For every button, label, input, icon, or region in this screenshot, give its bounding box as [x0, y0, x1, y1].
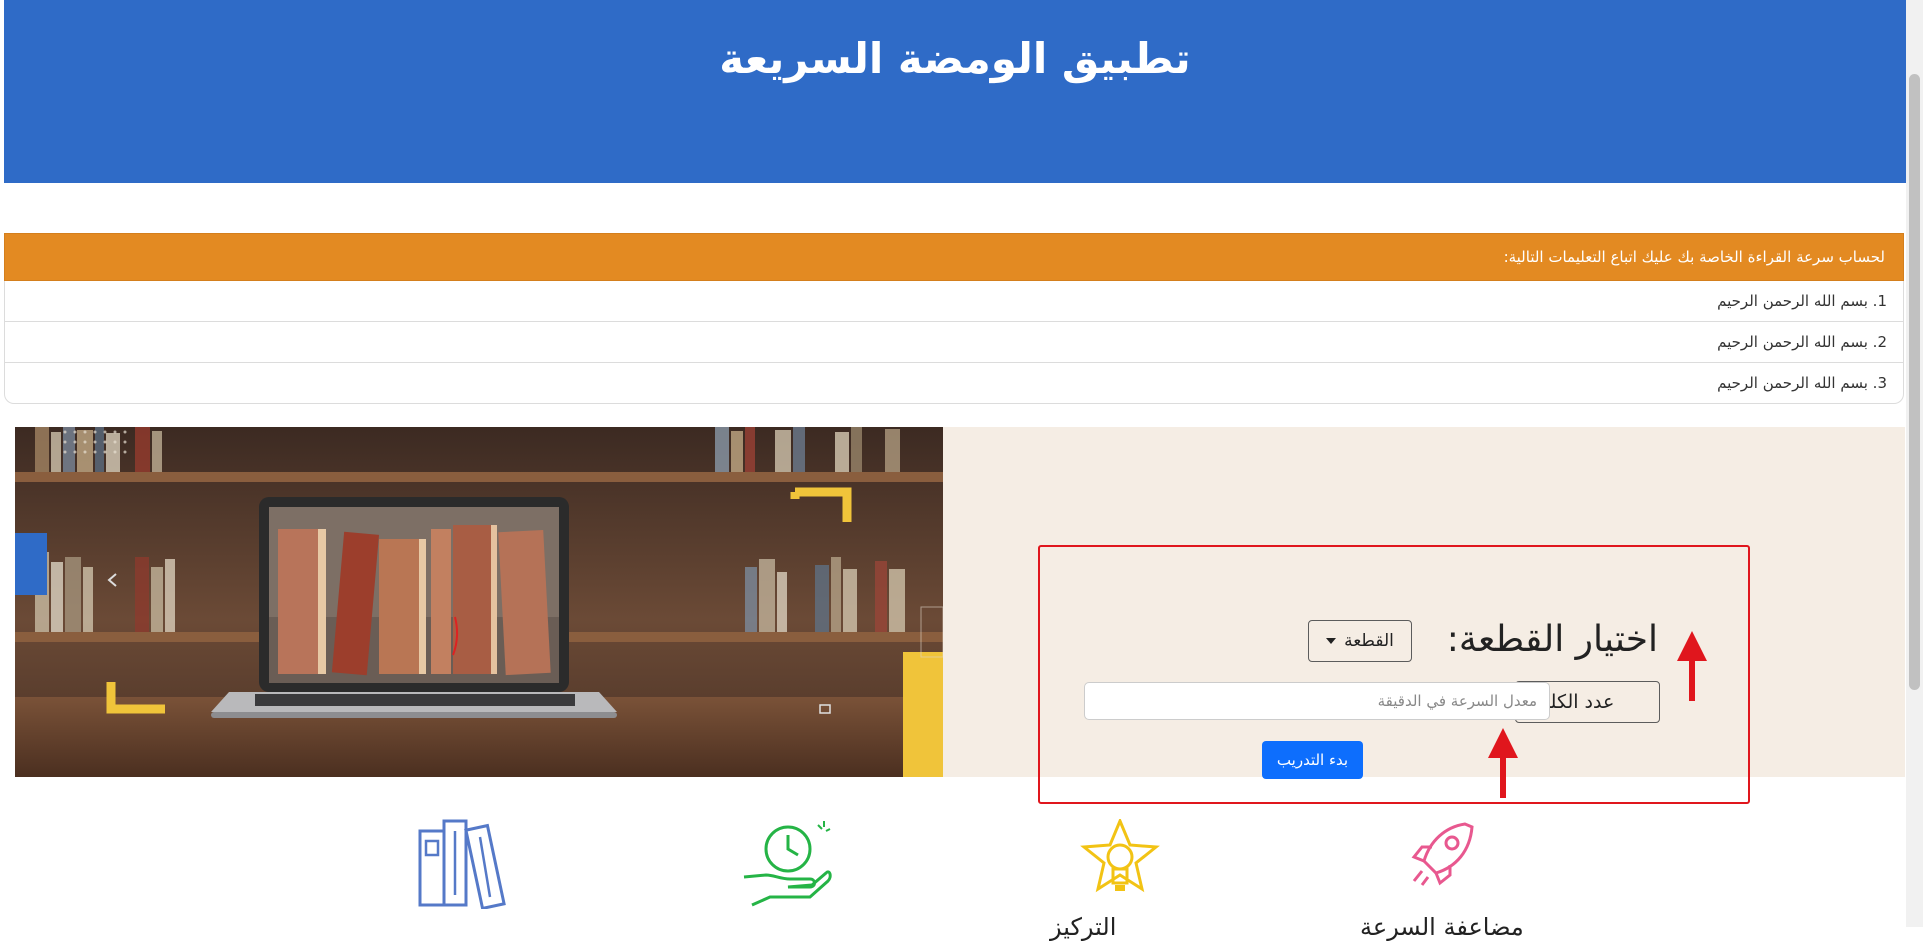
bookshelf-photo: [15, 427, 943, 777]
rocket-icon: [1411, 822, 1474, 886]
passage-label: اختيار القطعة:: [1446, 619, 1658, 660]
list-item: 2. بسم الله الرحمن الرحيم: [5, 321, 1903, 362]
books-icon: [418, 819, 506, 911]
list-item: 3. بسم الله الرحمن الرحيم: [5, 362, 1903, 403]
up-arrow-icon: [1488, 728, 1518, 798]
passage-select[interactable]: القطعة: [1308, 620, 1412, 662]
chevron-down-icon: [1326, 638, 1337, 644]
page-title: تطبيق الومضة السريعة: [719, 34, 1191, 83]
page-scrollbar[interactable]: [1906, 0, 1923, 927]
passage-select-value: القطعة: [1344, 631, 1394, 651]
feature-speed: [1410, 819, 1474, 891]
instructions-list: 1. بسم الله الرحمن الرحيم 2. بسم الله ال…: [4, 281, 1904, 404]
instructions-alert: لحساب سرعة القراءة الخاصة بك عليك اتباع …: [4, 233, 1904, 281]
instructions-alert-text: لحساب سرعة القراءة الخاصة بك عليك اتباع …: [1503, 248, 1885, 266]
features-section: مضاعفة السرعة التركيز: [0, 805, 1905, 941]
up-arrow-icon: [1677, 631, 1707, 701]
list-item: 1. بسم الله الرحمن الرحيم: [1717, 292, 1887, 310]
feature-label: مضاعفة السرعة: [1360, 913, 1524, 941]
feature-books: [418, 817, 510, 913]
feature-focus: [1080, 817, 1160, 903]
training-form-highlight: اختيار القطعة: القطعة عدد الكلمات بدء ال…: [1038, 545, 1750, 804]
feature-label: التركيز: [1050, 913, 1117, 941]
start-training-button[interactable]: بدء التدريب: [1262, 741, 1363, 779]
lightbulb-star-icon: [1080, 817, 1160, 893]
feature-time: [740, 819, 832, 913]
laptop-books-image: [15, 427, 943, 777]
time-in-hand-icon: [743, 821, 832, 907]
training-banner: اختيار القطعة: القطعة عدد الكلمات بدء ال…: [15, 427, 1905, 804]
page-header: تطبيق الومضة السريعة: [4, 0, 1906, 183]
scrollbar-thumb[interactable]: [1909, 74, 1920, 690]
reading-rate-input[interactable]: [1084, 682, 1550, 720]
